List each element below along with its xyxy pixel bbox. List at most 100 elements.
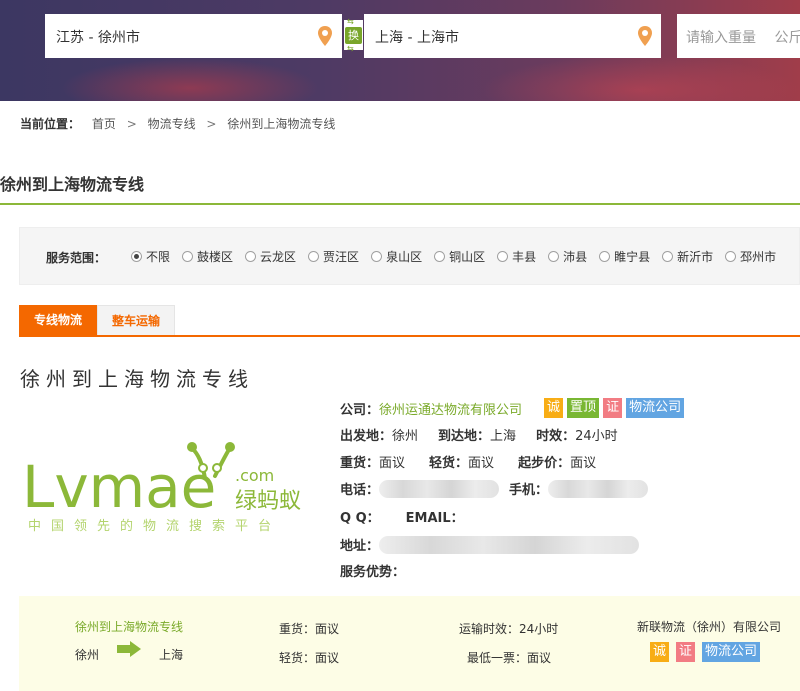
light-value: 面议 (468, 456, 495, 471)
breadcrumb-home[interactable]: 首页 (92, 117, 116, 131)
summary-min-ticket: 最低一票：面议 (467, 651, 552, 665)
location-pin-icon[interactable] (638, 26, 652, 46)
filter-option-xinyi[interactable]: 新沂市 (662, 248, 713, 265)
breadcrumb-current[interactable]: 徐州到上海物流专线 (227, 117, 335, 131)
radio[interactable] (182, 251, 194, 262)
page-title: 徐州到上海物流专线 (0, 175, 145, 194)
option-label: 邳州市 (740, 250, 777, 264)
filter-options: 不限 鼓楼区 云龙区 贾汪区 泉山区 铜山区 丰县 沛县 睢宁县 新沂市 邳州市 (131, 248, 788, 265)
radio[interactable] (725, 251, 737, 262)
summary-light: 轻货：面议 (279, 651, 340, 665)
option-label: 丰县 (512, 250, 537, 264)
filter-option-unlimited[interactable]: 不限 (131, 248, 170, 265)
origin-label: 出发地： (340, 429, 393, 444)
logo-cn-name: 绿蚂蚁 (235, 489, 301, 514)
radio[interactable] (548, 251, 560, 262)
filter-option-fengxian[interactable]: 丰县 (497, 248, 536, 265)
filter-option-quanshan[interactable]: 泉山区 (371, 248, 422, 265)
top-badge: 置顶 (567, 398, 600, 418)
radio[interactable] (245, 251, 257, 262)
tab-full-truck[interactable]: 整车运输 (97, 305, 175, 336)
swap-arrow-icon: ⇆ (347, 17, 354, 26)
swap-button[interactable]: ⇆ 换 ⇆ (344, 17, 363, 53)
swap-arrow-icon: ⇆ (347, 44, 354, 53)
filter-option-peixian[interactable]: 沛县 (548, 248, 587, 265)
destination-input[interactable]: 上海 - 上海市 (364, 14, 661, 58)
filter-option-jiawang[interactable]: 贾汪区 (308, 248, 359, 265)
option-label: 贾汪区 (323, 250, 360, 264)
company-label: 公司： (340, 402, 380, 418)
destination-value: 上海 (490, 429, 517, 444)
logo-wordmark: Lvmae (22, 453, 216, 521)
qq-email-row: Q Q： EMAIL： (340, 507, 464, 526)
weight-placeholder: 请输入重量 (686, 30, 756, 46)
destination-label: 到达地： (438, 429, 491, 444)
duration-value: 24小时 (575, 429, 618, 444)
origin-input[interactable]: 江苏 - 徐州市 (45, 14, 342, 58)
company-type-badge: 物流公司 (626, 398, 685, 418)
breadcrumb-prefix: 当前位置： (20, 117, 81, 131)
filter-option-gulou[interactable]: 鼓楼区 (182, 248, 233, 265)
blurred-phone (379, 479, 500, 498)
radio[interactable] (434, 251, 446, 262)
filter-option-pizhou[interactable]: 邳州市 (725, 248, 776, 265)
route-row: 出发地： 徐州 到达地： 上海 时效： 24小时 (340, 425, 618, 444)
weight-unit: 公斤 (774, 30, 800, 46)
address-label: 地址： (340, 539, 380, 554)
banner-decoration (60, 58, 320, 101)
weight-input[interactable]: 请输入重量 公斤 (677, 14, 800, 58)
route-heading: 徐州到上海物流专线 (20, 367, 254, 391)
summary-from: 徐州 (75, 648, 100, 662)
tab-bar: 专线物流 整车运输 (19, 305, 175, 336)
radio[interactable] (371, 251, 383, 262)
summary-company[interactable]: 新联物流（徐州）有限公司 (637, 618, 781, 635)
filter-option-tongshan[interactable]: 铜山区 (434, 248, 485, 265)
swap-label: 换 (345, 27, 362, 44)
destination-value: 上海 - 上海市 (375, 30, 459, 46)
route-arrow-icon (117, 641, 141, 657)
breadcrumb-logistics[interactable]: 物流专线 (148, 117, 196, 131)
tab-dedicated-line[interactable]: 专线物流 (19, 305, 97, 336)
filter-option-suining[interactable]: 睢宁县 (599, 248, 650, 265)
min-price-value: 面议 (570, 456, 597, 471)
radio[interactable] (497, 251, 509, 262)
breadcrumb: 当前位置： 首页 > 物流专线 > 徐州到上海物流专线 (20, 115, 335, 132)
blurred-address (379, 535, 640, 554)
option-label: 新沂市 (677, 250, 714, 264)
summary-heavy: 重货：面议 (279, 622, 340, 636)
contact-row: 电话： 手机： (340, 479, 649, 498)
heavy-label: 重货： (340, 456, 380, 471)
filter-label: 服务范围： (46, 251, 107, 265)
heavy-value: 面议 (379, 456, 406, 471)
company-name-link[interactable]: 徐州运通达物流有限公司 (379, 399, 522, 418)
summary-duration: 运输时效：24小时 (459, 622, 559, 636)
radio-selected[interactable] (131, 251, 142, 262)
summary-route-link[interactable]: 徐州到上海物流专线 (75, 618, 183, 635)
banner-decoration (480, 55, 800, 101)
honest-badge: 诚 (544, 398, 564, 418)
option-label: 睢宁县 (614, 250, 651, 264)
duration-label: 时效： (536, 429, 576, 444)
certified-badge: 证 (603, 398, 623, 418)
option-label: 云龙区 (260, 250, 297, 264)
summary-badges: 诚 证 物流公司 (650, 642, 767, 662)
location-pin-icon[interactable] (318, 26, 332, 46)
radio[interactable] (662, 251, 674, 262)
price-row: 重货： 面议 轻货： 面议 起步价： 面议 (340, 452, 596, 471)
certified-badge: 证 (676, 642, 696, 662)
option-label: 鼓楼区 (197, 250, 234, 264)
advantage-label: 服务优势： (340, 565, 406, 580)
option-label: 不限 (146, 250, 171, 264)
filter-option-yunlong[interactable]: 云龙区 (245, 248, 296, 265)
honest-badge: 诚 (650, 642, 670, 662)
tab-divider (19, 335, 800, 337)
mobile-label: 手机： (509, 483, 549, 498)
blurred-mobile (548, 479, 649, 498)
radio[interactable] (308, 251, 320, 262)
advantage-row: 服务优势： (340, 561, 405, 580)
option-label: 泉山区 (386, 250, 423, 264)
radio[interactable] (599, 251, 611, 262)
route-summary-card: 徐州到上海物流专线 徐州 上海 重货：面议 轻货：面议 运输时效：24小时 最低… (19, 596, 800, 691)
min-price-label: 起步价： (518, 456, 571, 471)
service-range-filter: 服务范围： 不限 鼓楼区 云龙区 贾汪区 泉山区 铜山区 丰县 沛县 睢宁县 新… (19, 227, 800, 285)
